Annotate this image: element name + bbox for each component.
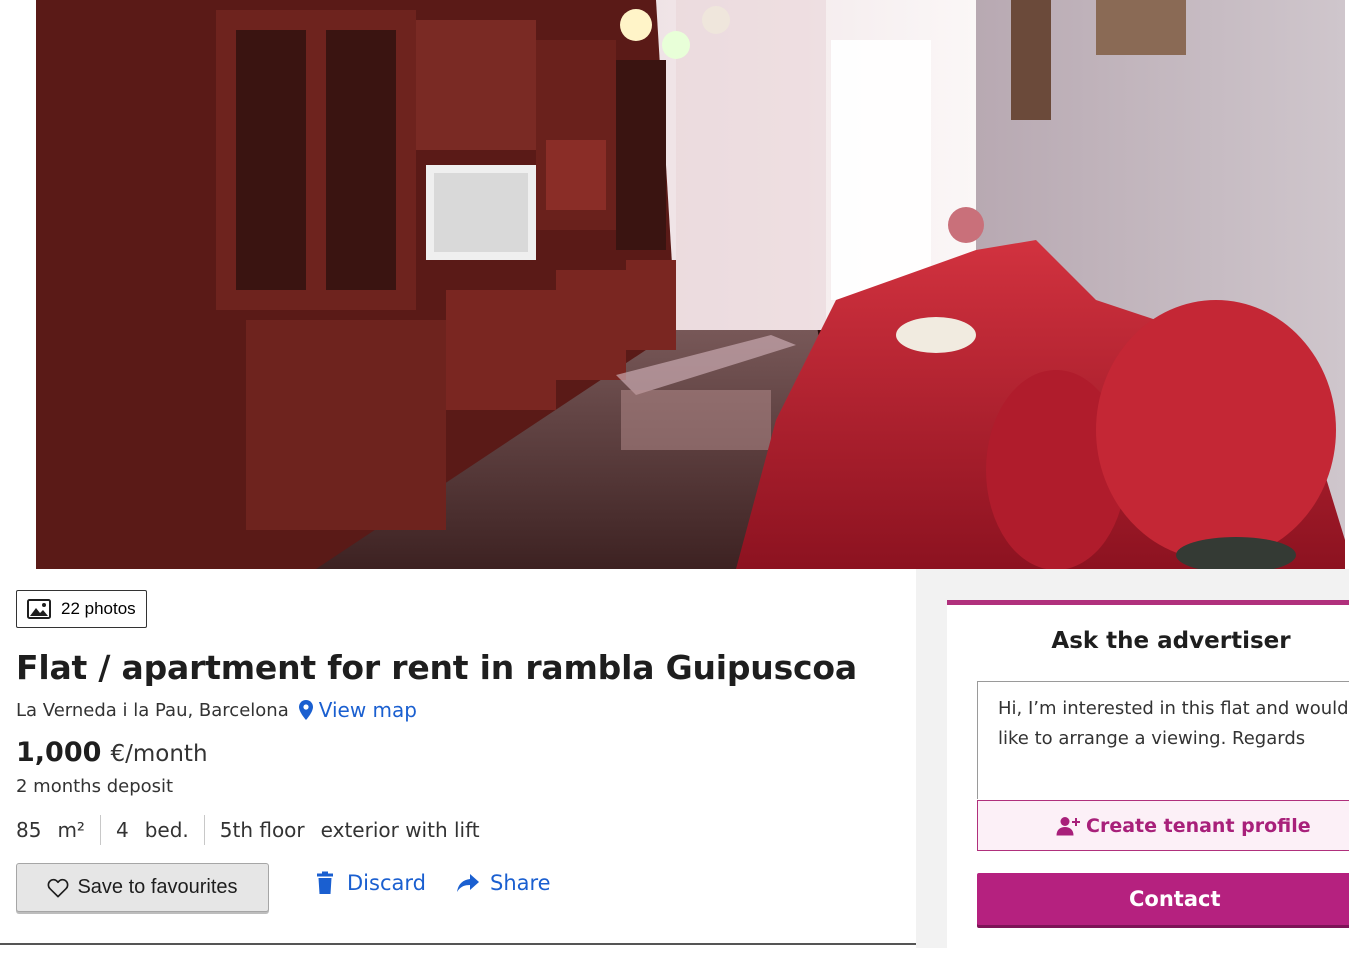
divider (0, 943, 916, 945)
contact-card: Ask the advertiser Hi, I’m interested in… (947, 600, 1349, 953)
listing-price: 1,000 €/month (16, 737, 208, 768)
bedrooms-value: 4 (115, 818, 129, 842)
save-label: Save to favourites (77, 876, 238, 898)
floor-value: 5th floor (219, 818, 305, 842)
feature-separator (203, 815, 205, 845)
heart-icon (48, 878, 69, 897)
share-button[interactable]: Share (456, 871, 551, 895)
contact-card-title: Ask the advertiser (1051, 628, 1291, 654)
deposit-info: 2 months deposit (16, 776, 174, 797)
price-unit: €/month (110, 741, 208, 767)
create-tenant-profile-button[interactable]: Create tenant profile (977, 800, 1349, 851)
map-pin-icon (298, 700, 313, 720)
message-textarea[interactable]: Hi, I’m interested in this flat and woul… (977, 681, 1349, 799)
living-room-photo (36, 0, 1345, 569)
location-text: La Verneda i la Pau, Barcelona (16, 699, 289, 721)
listing-location: La Verneda i la Pau, Barcelona View map (16, 698, 417, 722)
feature-separator (99, 815, 101, 845)
photos-count-label: 22 photos (61, 599, 136, 618)
contact-label: Contact (1129, 887, 1221, 911)
bedrooms-unit: bed. (144, 818, 189, 842)
photos-count-button[interactable]: 22 photos (16, 590, 147, 628)
discard-label: Discard (347, 871, 426, 895)
area-unit: m² (57, 818, 85, 842)
area-value: 85 (16, 818, 42, 842)
floor-detail: exterior with lift (320, 818, 480, 842)
view-map-link[interactable]: View map (298, 698, 417, 722)
listing-main-photo[interactable] (36, 0, 1345, 569)
trash-icon (317, 871, 333, 894)
share-arrow-icon (457, 874, 479, 892)
discard-button[interactable]: Discard (313, 871, 426, 895)
share-label: Share (490, 871, 551, 895)
price-amount: 1,000 (16, 737, 102, 768)
save-to-favourites-button[interactable]: Save to favourites (16, 863, 269, 912)
contact-button[interactable]: Contact (977, 873, 1349, 925)
add-user-icon (1056, 816, 1080, 835)
image-icon (27, 599, 51, 619)
view-map-label: View map (318, 698, 417, 722)
listing-title: Flat / apartment for rent in rambla Guip… (16, 648, 857, 687)
tenant-profile-label: Create tenant profile (1086, 814, 1311, 837)
listing-features: 85 m² 4 bed. 5th floor exterior with lif… (16, 815, 480, 845)
